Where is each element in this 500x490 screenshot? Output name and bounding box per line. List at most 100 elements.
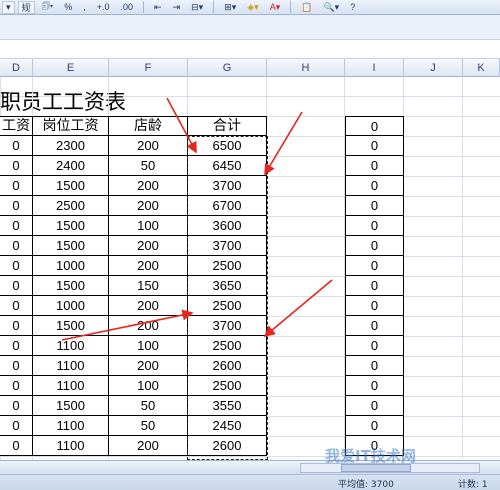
table-cell[interactable]: 2500 <box>33 196 109 216</box>
table-cell[interactable]: 1500 <box>33 276 109 296</box>
table-cell[interactable]: 3550 <box>188 396 267 416</box>
percent-button[interactable]: % <box>60 1 76 14</box>
style-dropdown[interactable]: 规 <box>17 0 35 14</box>
formula-bar[interactable] <box>0 39 500 59</box>
worksheet-grid[interactable]: 职员工工资表 工资 岗位工资 店龄 合计 0 2300 200 6500 0 2400 50 6450… <box>0 77 500 460</box>
table-cell[interactable]: 0 <box>0 216 33 236</box>
fill-color-button[interactable]: ◈▾ <box>243 1 262 14</box>
i-column-cell[interactable]: 0 <box>345 176 404 196</box>
header-total[interactable]: 合计 <box>188 116 267 136</box>
table-cell[interactable]: 0 <box>0 196 33 216</box>
column-header-d[interactable]: D <box>0 59 33 77</box>
table-cell[interactable]: 200 <box>109 296 188 316</box>
table-cell[interactable]: 0 <box>0 356 33 376</box>
i-column-cell[interactable]: 0 <box>345 256 404 276</box>
table-cell[interactable]: 0 <box>0 396 33 416</box>
column-header-g[interactable]: G <box>188 59 267 77</box>
header-tenure[interactable]: 店龄 <box>109 116 188 136</box>
header-wage[interactable]: 工资 <box>0 116 33 136</box>
i-column-cell[interactable]: 0 <box>345 296 404 316</box>
table-cell[interactable]: 3600 <box>188 216 267 236</box>
table-cell[interactable]: 0 <box>0 296 33 316</box>
merge-button[interactable]: ⊟▾ <box>187 1 207 14</box>
table-cell[interactable]: 1100 <box>33 336 109 356</box>
table-cell[interactable]: 1100 <box>33 436 109 456</box>
table-cell[interactable]: 200 <box>109 136 188 156</box>
table-cell[interactable]: 2400 <box>33 156 109 176</box>
table-cell[interactable]: 200 <box>109 356 188 376</box>
i-column-cell[interactable]: 0 <box>345 276 404 296</box>
decrease-indent-button[interactable]: ⇤ <box>150 1 166 14</box>
table-cell[interactable]: 150 <box>109 276 188 296</box>
table-cell[interactable]: 50 <box>109 156 188 176</box>
header-position-wage[interactable]: 岗位工资 <box>33 116 109 136</box>
table-cell[interactable]: 200 <box>109 436 188 456</box>
table-cell[interactable]: 2600 <box>188 356 267 376</box>
table-cell[interactable]: 200 <box>109 256 188 276</box>
column-header-f[interactable]: F <box>109 59 188 77</box>
help-button[interactable]: ? <box>346 1 359 14</box>
table-cell[interactable]: 0 <box>0 376 33 396</box>
table-cell[interactable]: 0 <box>0 336 33 356</box>
increase-decimal-button[interactable]: +.0 <box>93 1 114 14</box>
table-cell[interactable]: 6700 <box>188 196 267 216</box>
zoom-button[interactable]: 🔍▾ <box>319 1 343 14</box>
i-column-cell[interactable]: 0 <box>345 156 404 176</box>
dropdown-arrow-button[interactable]: ▾ <box>2 0 15 14</box>
column-header-h[interactable]: H <box>267 59 345 77</box>
paste-button[interactable]: 📋 <box>297 1 316 14</box>
table-cell[interactable]: 1500 <box>33 316 109 336</box>
table-cell[interactable]: 2450 <box>188 416 267 436</box>
table-cell[interactable]: 6450 <box>188 156 267 176</box>
table-cell[interactable]: 100 <box>109 216 188 236</box>
i-column-cell[interactable]: 0 <box>345 416 404 436</box>
table-cell[interactable]: 1100 <box>33 416 109 436</box>
table-cell[interactable]: 2500 <box>188 256 267 276</box>
table-cell[interactable]: 100 <box>109 336 188 356</box>
table-cell[interactable]: 3650 <box>188 276 267 296</box>
table-cell[interactable]: 200 <box>109 316 188 336</box>
table-cell[interactable]: 2600 <box>188 436 267 456</box>
table-cell[interactable]: 200 <box>109 176 188 196</box>
column-header-k[interactable]: K <box>463 59 500 77</box>
i-column-cell[interactable]: 0 <box>345 336 404 356</box>
column-header-e[interactable]: E <box>33 59 109 77</box>
i-column-cell[interactable]: 0 <box>345 116 404 136</box>
i-column-cell[interactable]: 0 <box>345 316 404 336</box>
column-header-j[interactable]: J <box>404 59 463 77</box>
table-cell[interactable]: 1500 <box>33 216 109 236</box>
i-column-cell[interactable]: 0 <box>345 216 404 236</box>
table-cell[interactable]: 2500 <box>188 376 267 396</box>
table-cell[interactable]: 1500 <box>33 396 109 416</box>
table-cell[interactable]: 0 <box>0 136 33 156</box>
table-cell[interactable]: 0 <box>0 176 33 196</box>
i-column-cell[interactable]: 0 <box>345 136 404 156</box>
column-header-i[interactable]: I <box>345 59 404 77</box>
i-column-cell[interactable]: 0 <box>345 376 404 396</box>
i-column-cell[interactable]: 0 <box>345 356 404 376</box>
table-cell[interactable]: 50 <box>109 416 188 436</box>
table-cell[interactable]: 3700 <box>188 236 267 256</box>
table-cell[interactable]: 0 <box>0 436 33 456</box>
table-cell[interactable]: 2300 <box>33 136 109 156</box>
border-button[interactable]: ⊞▾ <box>220 1 240 14</box>
decrease-decimal-button[interactable]: .00 <box>117 1 138 14</box>
table-cell[interactable]: 2500 <box>188 296 267 316</box>
font-color-button[interactable]: A▾ <box>266 1 285 14</box>
table-cell[interactable]: 1000 <box>33 296 109 316</box>
currency-button[interactable]: 🗊▾ <box>38 1 58 14</box>
table-cell[interactable]: 0 <box>0 276 33 296</box>
table-cell[interactable]: 0 <box>0 256 33 276</box>
table-cell[interactable]: 0 <box>0 416 33 436</box>
i-column-cell[interactable]: 0 <box>345 196 404 216</box>
comma-button[interactable]: , <box>79 1 90 14</box>
table-cell[interactable]: 0 <box>0 156 33 176</box>
table-cell[interactable]: 6500 <box>188 136 267 156</box>
table-cell[interactable]: 50 <box>109 396 188 416</box>
table-cell[interactable]: 200 <box>109 196 188 216</box>
table-cell[interactable]: 0 <box>0 236 33 256</box>
table-cell[interactable]: 3700 <box>188 176 267 196</box>
i-column-cell[interactable]: 0 <box>345 236 404 256</box>
table-cell[interactable]: 3700 <box>188 316 267 336</box>
table-cell[interactable]: 1100 <box>33 376 109 396</box>
